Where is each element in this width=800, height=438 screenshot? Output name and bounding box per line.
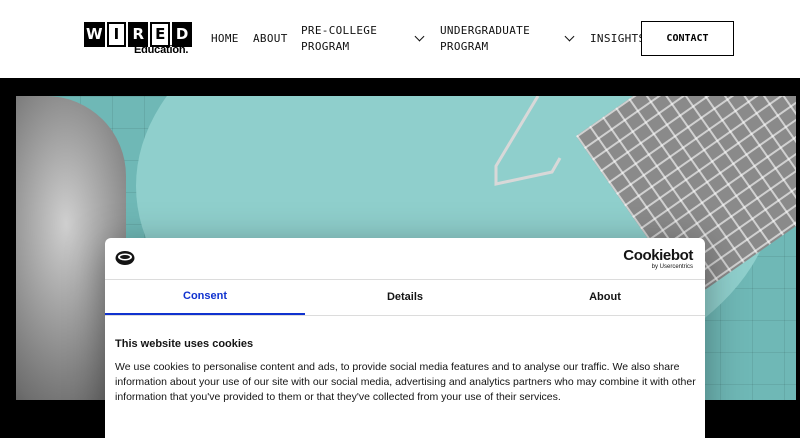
cookiebot-name: Cookiebot: [623, 247, 693, 264]
cookie-consent-dialog: Cookiebot by Usercentrics Consent Detail…: [105, 238, 705, 438]
nav-label-line: PROGRAM: [301, 40, 350, 53]
nav-label-line: PROGRAM: [440, 40, 489, 53]
nav-label-line: PRE-COLLEGE: [301, 24, 378, 37]
tab-about[interactable]: About: [505, 279, 705, 315]
cookie-tabs: Consent Details About: [105, 279, 705, 316]
site-header: W I R E D Education. HOME ABOUT PRE-COLL…: [0, 0, 800, 78]
cookiebot-logo[interactable]: Cookiebot by Usercentrics: [623, 248, 693, 271]
nav-about[interactable]: ABOUT: [253, 31, 288, 47]
tab-consent[interactable]: Consent: [105, 279, 305, 315]
nav-home[interactable]: HOME: [211, 31, 239, 47]
tab-details[interactable]: Details: [305, 279, 505, 315]
cookie-dialog-body: We use cookies to personalise content an…: [115, 361, 696, 403]
cookiebot-by-line: by Usercentrics: [651, 264, 693, 270]
chevron-down-icon[interactable]: [564, 31, 575, 42]
logo-letter: W: [84, 22, 105, 47]
nav-pre-college-program[interactable]: PRE-COLLEGE PROGRAM: [301, 23, 377, 55]
cookie-dialog-title: This website uses cookies: [115, 338, 254, 350]
logo-subtitle: Education.: [134, 44, 189, 56]
chevron-down-icon[interactable]: [414, 31, 425, 42]
cookie-icon: [115, 251, 135, 265]
logo-letter: I: [106, 22, 127, 47]
nav-undergraduate-program[interactable]: UNDERGRADUATE PROGRAM: [440, 23, 530, 55]
contact-button[interactable]: CONTACT: [641, 21, 734, 56]
cookie-dialog-header: Cookiebot by Usercentrics: [105, 238, 705, 280]
wired-education-logo[interactable]: W I R E D Education.: [84, 22, 192, 58]
wire-illustration: [494, 96, 562, 186]
nav-insights[interactable]: INSIGHTS: [590, 31, 645, 47]
nav-label-line: UNDERGRADUATE: [440, 24, 530, 37]
